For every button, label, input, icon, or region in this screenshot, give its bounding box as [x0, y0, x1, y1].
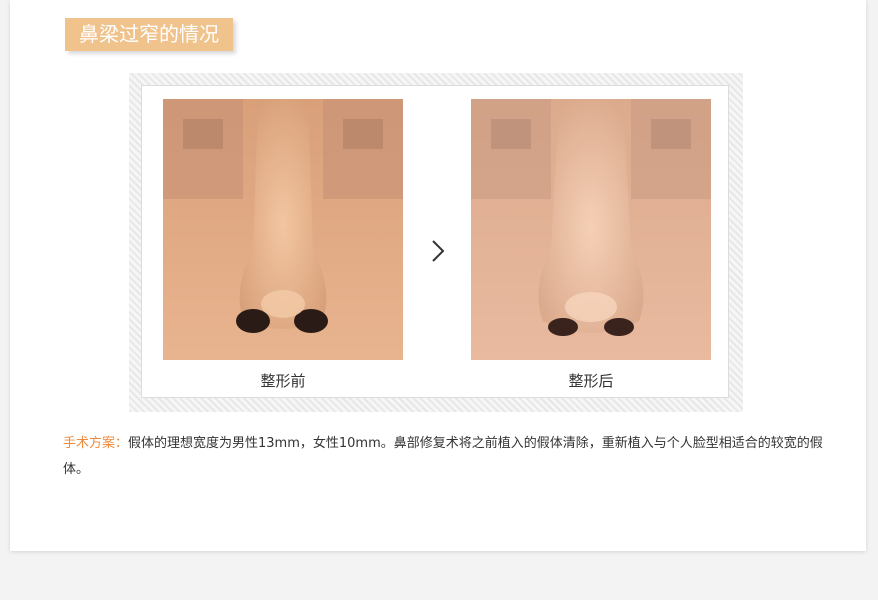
procedure-label: 手术方案： — [63, 436, 129, 451]
after-photo — [471, 99, 711, 360]
section-title: 鼻梁过窄的情况 — [65, 18, 233, 51]
procedure-text: 假体的理想宽度为男性13mm，女性10mm。鼻部修复术将之前植入的假体清除，重新… — [63, 436, 823, 477]
after-caption: 整形后 — [568, 372, 614, 390]
comparison-inner: 整形前 整形后 — [141, 85, 729, 398]
procedure-description: 手术方案：假体的理想宽度为男性13mm，女性10mm。鼻部修复术将之前植入的假体… — [63, 431, 833, 483]
before-photo — [163, 99, 403, 360]
before-caption: 整形前 — [260, 372, 306, 390]
comparison-frame: 整形前 整形后 — [129, 73, 743, 412]
chevron-right-icon — [429, 239, 449, 263]
content-card: 鼻梁过窄的情况 整形前 整形后 手术方案：假体的理想宽度为男性13mm，女性10… — [10, 0, 866, 551]
